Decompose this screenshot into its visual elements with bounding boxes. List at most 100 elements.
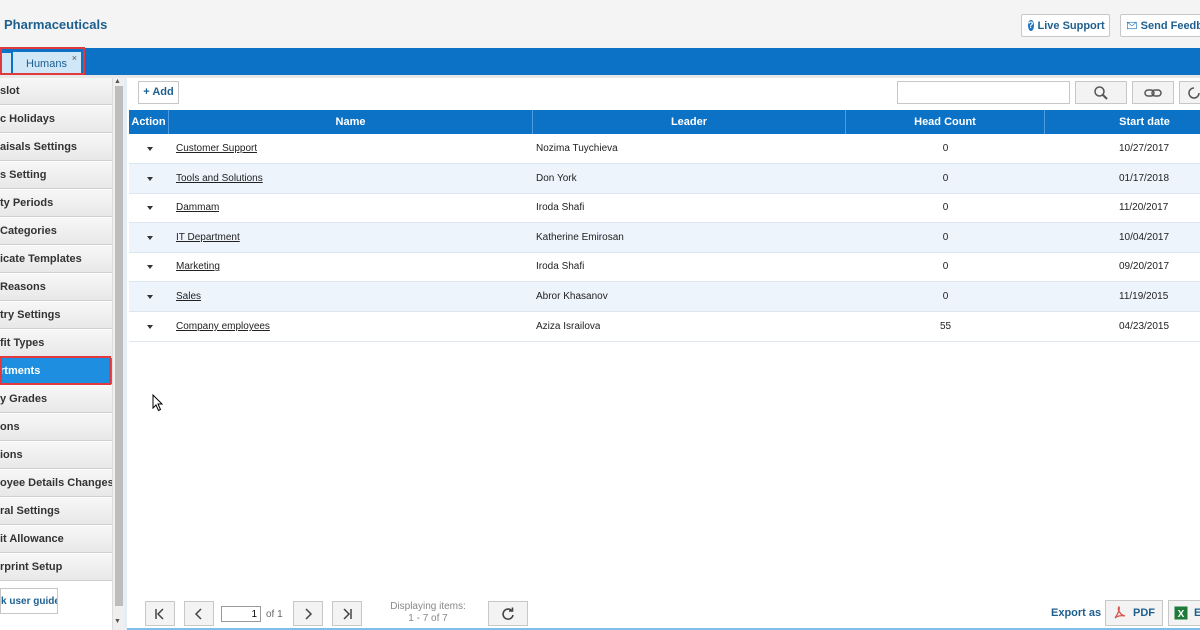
sidebar-item[interactable]: ons <box>0 414 112 441</box>
department-name-link[interactable]: Dammam <box>176 193 219 222</box>
app-title: Pharmaceuticals <box>4 17 108 32</box>
column-header-leader[interactable]: Leader <box>533 110 846 134</box>
table-row[interactable]: Company employees Aziza Israilova 55 04/23/… <box>129 312 1200 342</box>
table-row[interactable]: IT Department Katherine Emirosan 0 10/04/20… <box>129 223 1200 253</box>
leader-cell: Iroda Shafi <box>536 261 585 272</box>
start-date-cell: 04/23/2015 <box>1119 321 1170 332</box>
chevron-right-icon <box>305 607 313 620</box>
leader-cell: Don York <box>536 173 577 184</box>
table-row[interactable]: Dammam Iroda Shafi 0 11/20/2017 <box>129 193 1200 223</box>
grid-header: Action Name Leader Head Count Start date <box>129 110 1200 134</box>
department-name-link[interactable]: Marketing <box>176 252 220 281</box>
sidebar-item[interactable]: aisals Settings <box>0 134 112 161</box>
sidebar: slot c Holidays aisals Settings s Setting ty… <box>0 78 126 630</box>
department-name-link[interactable]: Customer Support <box>176 134 257 163</box>
link-icon <box>1144 88 1162 97</box>
link-button[interactable] <box>1132 81 1174 104</box>
search-icon <box>1094 85 1108 100</box>
sidebar-item[interactable]: icate Templates <box>0 246 112 273</box>
sidebar-item[interactable]: ral Settings <box>0 498 112 525</box>
refresh-button[interactable] <box>488 601 528 626</box>
page-number-input[interactable] <box>221 606 261 622</box>
table-row[interactable]: Sales Abror Khasanov 0 11/19/2015 <box>129 282 1200 312</box>
tab-highlight-outline <box>0 47 85 75</box>
start-date-cell: 11/19/2015 <box>1119 291 1169 302</box>
head-count-cell: 0 <box>942 291 949 302</box>
sidebar-item[interactable]: oyee Details Changes <box>0 470 112 497</box>
sidebar-item[interactable]: Categories <box>0 218 112 245</box>
sidebar-item[interactable]: fit Types <box>0 330 112 357</box>
sidebar-item[interactable]: y Grades <box>0 386 112 413</box>
excel-icon: X <box>1174 606 1188 620</box>
sidebar-item[interactable]: ions <box>0 442 112 469</box>
settings-button[interactable] <box>1179 81 1200 104</box>
department-name-link[interactable]: Company employees <box>176 312 270 341</box>
first-page-button[interactable] <box>145 601 175 626</box>
caret-down-icon[interactable] <box>147 265 153 269</box>
send-feedback-button[interactable]: Send Feedb <box>1120 14 1200 37</box>
mouse-cursor-icon <box>152 394 164 412</box>
displaying-items: Displaying items: 1 - 7 of 7 <box>380 601 476 625</box>
caret-down-icon[interactable] <box>147 177 153 181</box>
leader-cell: Katherine Emirosan <box>536 232 624 243</box>
department-name-link[interactable]: IT Department <box>176 223 240 252</box>
department-name-link[interactable]: Tools and Solutions <box>176 164 263 193</box>
export-excel-button[interactable]: X E <box>1168 600 1200 626</box>
caret-down-icon[interactable] <box>147 295 153 299</box>
last-page-button[interactable] <box>332 601 362 626</box>
sidebar-item[interactable]: c Holidays <box>0 106 112 133</box>
export-pdf-button[interactable]: PDF <box>1105 600 1163 626</box>
sidebar-item[interactable]: ty Periods <box>0 190 112 217</box>
department-name-link[interactable]: Sales <box>176 282 201 311</box>
subbar <box>0 75 1200 78</box>
help-icon: ? <box>1028 20 1034 31</box>
excel-label: E <box>1194 607 1200 619</box>
panel-divider[interactable] <box>124 78 127 630</box>
column-header-start-date[interactable]: Start date <box>1045 110 1200 134</box>
live-support-button[interactable]: ? Live Support <box>1021 14 1110 37</box>
caret-down-icon[interactable] <box>147 325 153 329</box>
search-input[interactable] <box>897 81 1070 104</box>
last-page-icon <box>343 607 352 620</box>
user-guide-button[interactable]: k user guide <box>0 588 58 614</box>
sidebar-item[interactable]: rprint Setup <box>0 554 112 581</box>
caret-down-icon[interactable] <box>147 147 153 151</box>
active-item-outline <box>0 356 111 385</box>
previous-page-button[interactable] <box>184 601 214 626</box>
head-count-cell: 0 <box>942 173 949 184</box>
table-row[interactable]: Customer Support Nozima Tuychieva 0 10/27/2… <box>129 134 1200 164</box>
sidebar-item[interactable]: Reasons <box>0 274 112 301</box>
tab-bar: Humans × <box>0 48 1200 75</box>
column-header-head-count[interactable]: Head Count <box>846 110 1045 134</box>
caret-down-icon[interactable] <box>147 206 153 210</box>
live-support-label: Live Support <box>1037 19 1105 32</box>
column-header-name[interactable]: Name <box>169 110 533 134</box>
leader-cell: Iroda Shafi <box>536 202 585 213</box>
sidebar-item[interactable]: it Allowance <box>0 526 112 553</box>
first-page-icon <box>155 607 164 620</box>
sidebar-item[interactable]: try Settings <box>0 302 112 329</box>
head-count-cell: 0 <box>942 261 949 272</box>
leader-cell: Aziza Israilova <box>536 321 601 332</box>
head-count-cell: 55 <box>939 321 952 332</box>
table-row[interactable]: Tools and Solutions Don York 0 01/17/2018 <box>129 164 1200 194</box>
column-header-action[interactable]: Action <box>129 110 169 134</box>
page-count-text: of 1 <box>266 609 283 620</box>
sidebar-item[interactable]: slot <box>0 78 112 105</box>
displaying-items-label: Displaying items: <box>390 601 466 612</box>
scrollbar-thumb[interactable] <box>115 86 123 606</box>
scroll-down-icon[interactable]: ▼ <box>114 618 121 625</box>
table-row[interactable]: Marketing Iroda Shafi 0 09/20/2017 <box>129 252 1200 282</box>
next-page-button[interactable] <box>293 601 323 626</box>
scroll-up-icon[interactable]: ▲ <box>114 78 121 85</box>
start-date-cell: 11/20/2017 <box>1119 202 1169 213</box>
head-count-cell: 0 <box>942 202 949 213</box>
start-date-cell: 10/27/2017 <box>1119 143 1170 154</box>
sidebar-item[interactable]: s Setting <box>0 162 112 189</box>
wrench-icon <box>1188 86 1200 99</box>
search-button[interactable] <box>1075 81 1127 104</box>
add-button[interactable]: + Add <box>138 81 179 104</box>
start-date-cell: 09/20/2017 <box>1119 261 1170 272</box>
sidebar-scrollbar[interactable]: ▲ ▼ <box>112 78 124 630</box>
caret-down-icon[interactable] <box>147 236 153 240</box>
